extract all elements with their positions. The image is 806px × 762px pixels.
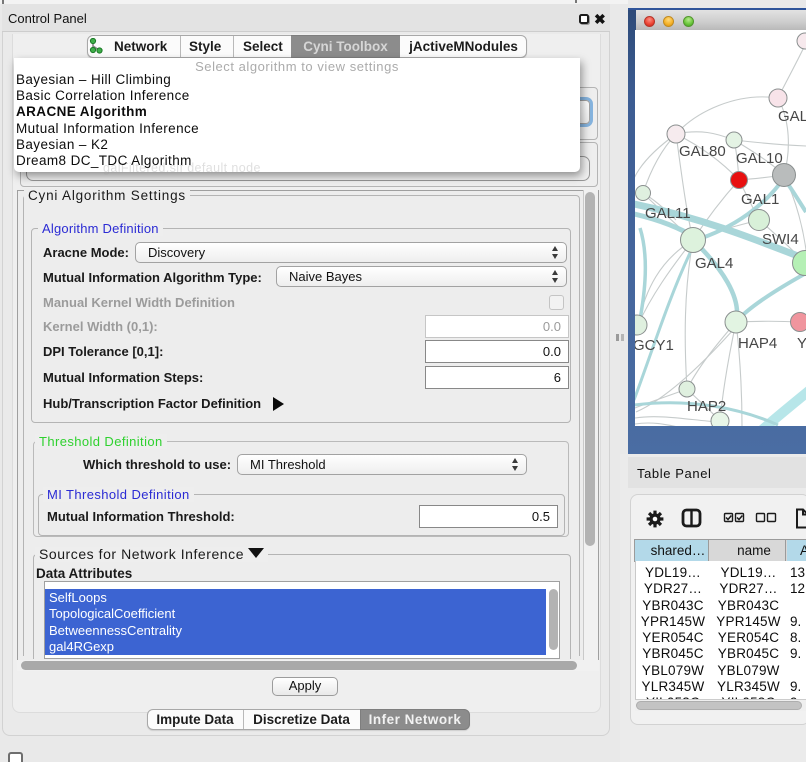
- svg-text:GCY1: GCY1: [635, 337, 674, 354]
- svg-text:GAL80: GAL80: [679, 143, 726, 160]
- svg-text:GAL7: GAL7: [778, 108, 806, 125]
- svg-text:GAL10: GAL10: [736, 150, 783, 167]
- svg-text:Y: Y: [797, 335, 806, 352]
- svg-text:GAL11: GAL11: [645, 205, 691, 222]
- svg-text:HAP2: HAP2: [687, 398, 726, 415]
- svg-text:GAL4: GAL4: [695, 255, 733, 272]
- svg-text:GAL1: GAL1: [741, 191, 779, 208]
- svg-text:SWI4: SWI4: [762, 231, 799, 248]
- svg-text:HAP4: HAP4: [738, 335, 777, 352]
